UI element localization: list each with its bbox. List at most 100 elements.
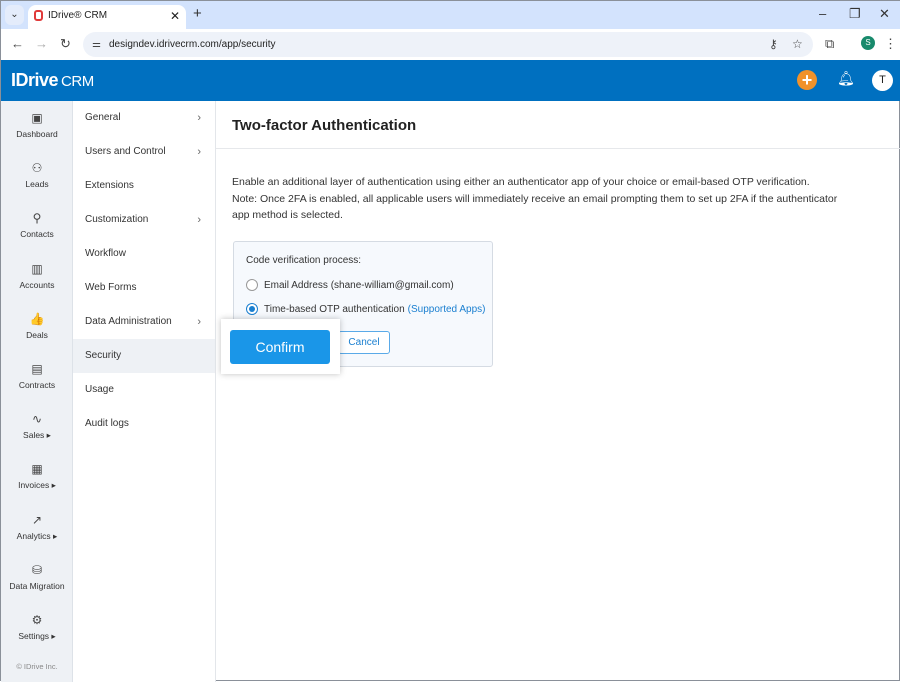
subnav-item-users-and-control[interactable]: Users and Control › [73,135,215,169]
sidebar-item-contacts[interactable]: ⚲ Contacts [1,211,73,239]
chevron-right-icon: › [197,305,201,339]
sidebar-item-label: Accounts [20,280,55,290]
sidebar-icon: 👍 [1,312,73,326]
description-line: Enable an additional layer of authentica… [232,174,852,191]
browser-tab-bar: ⌄ IDrive® CRM ✕ + – ❐ ✕ [1,1,900,29]
sidebar-item-label: Invoices ▸ [18,480,56,490]
sidebar-item-label: Leads [25,179,48,189]
browser-tab[interactable]: IDrive® CRM ✕ [28,5,186,29]
subnav-label: Usage [85,384,114,395]
minimize-button[interactable]: – [819,6,826,21]
bookmark-star-icon[interactable]: ☆ [792,32,803,57]
sidebar-icon: ▦ [1,462,73,476]
description: Enable an additional layer of authentica… [232,174,852,224]
profile-avatar[interactable]: S [861,36,875,50]
radio-totp-label: Time-based OTP authentication [264,304,405,315]
radio-circle-selected[interactable] [246,303,258,315]
sidebar-icon: ⚙ [1,613,73,627]
sidebar-item-label: Data Migration [9,581,64,591]
close-window-button[interactable]: ✕ [879,6,890,22]
radio-totp[interactable]: Time-based OTP authentication(Supported … [246,303,485,315]
subnav-item-usage[interactable]: Usage [73,373,215,407]
chevron-right-icon: › [197,135,201,169]
sidebar-item-analytics[interactable]: ↗ Analytics ▸ [1,513,73,542]
radio-email[interactable]: Email Address (shane-william@gmail.com) [246,279,454,291]
extensions-icon[interactable]: ⧉ [825,36,834,52]
site-settings-icon[interactable]: ⚌ [92,32,101,57]
sidebar-item-data-migration[interactable]: ⛁ Data Migration [1,563,73,591]
sidebar-icon: ⛁ [1,563,73,577]
tab-title: IDrive® CRM [48,10,107,21]
browser-menu-icon[interactable]: ⋮ [884,36,897,52]
subnav-item-web-forms[interactable]: Web Forms [73,271,215,305]
supported-apps-link[interactable]: (Supported Apps) [408,304,486,315]
sidebar-icon: ▣ [1,111,73,125]
url-text: designdev.idrivecrm.com/app/security [109,39,276,50]
radio-email-label: Email Address (shane-william@gmail.com) [264,280,454,291]
subnav-label: Audit logs [85,418,129,429]
new-tab-button[interactable]: + [193,5,202,22]
settings-subnav: General › Users and Control › Extensions Cust… [73,101,216,682]
subnav-label: Data Administration [85,316,172,327]
subnav-item-workflow[interactable]: Workflow [73,237,215,271]
subnav-label: Customization [85,214,148,225]
subnav-item-customization[interactable]: Customization› [73,203,215,237]
url-input[interactable]: ⚌ designdev.idrivecrm.com/app/security ⚷… [83,32,813,57]
sidebar-item-label: Dashboard [16,129,58,139]
confirm-button[interactable]: Confirm [230,330,330,364]
subnav-item-general[interactable]: General › [73,101,215,135]
user-avatar[interactable]: T [872,70,893,91]
sidebar-item-invoices[interactable]: ▦ Invoices ▸ [1,462,73,491]
tab-search-button[interactable]: ⌄ [5,5,24,25]
sidebar-item-label: Contracts [19,380,55,390]
subnav-item-data-administration[interactable]: Data Administration › [73,305,215,339]
subnav-label: Users and Control [85,146,166,157]
cancel-button[interactable]: Cancel [338,331,390,354]
sidebar-item-dashboard[interactable]: ▣ Dashboard [1,111,73,139]
sidebar-item-label: Contacts [20,229,54,239]
sidebar-item-contracts[interactable]: ▤ Contracts [1,362,73,390]
sidebar-item-settings[interactable]: ⚙ Settings ▸ [1,613,73,642]
sidebar-icon: ▤ [1,362,73,376]
main-content: Two-factor Authentication Enable an addi… [216,101,900,682]
close-tab-icon[interactable]: ✕ [170,5,180,27]
main-sidebar: ▣ Dashboard ⚇ Leads ⚲ Contacts ▥ Accounts 👍 Deals… [1,101,73,682]
copyright: © IDrive Inc. [1,662,73,671]
confirm-highlight: Confirm [221,319,340,374]
subnav-item-extensions[interactable]: Extensions [73,169,215,203]
back-button[interactable]: ← [11,36,24,51]
sidebar-item-label: Deals [26,330,48,340]
subnav-label: Extensions [85,180,134,191]
radio-circle[interactable] [246,279,258,291]
app-header: IDriveCRM + 🔔︎ T [1,60,900,101]
sidebar-item-label: Sales ▸ [23,430,51,440]
sidebar-item-sales[interactable]: ∿ Sales ▸ [1,412,73,441]
sidebar-icon: ⚲ [1,211,73,225]
restore-button[interactable]: ❐ [849,6,861,22]
sidebar-item-accounts[interactable]: ▥ Accounts [1,262,73,290]
sidebar-icon: ∿ [1,412,73,426]
divider [216,148,900,149]
sidebar-item-label: Settings ▸ [18,631,55,641]
address-bar-row: ← → ↻ ⚌ designdev.idrivecrm.com/app/secu… [1,29,900,60]
sidebar-icon: ⚇ [1,161,73,175]
password-key-icon[interactable]: ⚷ [769,32,778,57]
subnav-label: Web Forms [85,282,137,293]
sidebar-icon: ↗ [1,513,73,527]
sidebar-item-leads[interactable]: ⚇ Leads [1,161,73,189]
chevron-right-icon: › [197,101,201,135]
idrive-crm-logo[interactable]: IDriveCRM [11,70,94,91]
subnav-label: General [85,112,121,123]
sidebar-icon: ▥ [1,262,73,276]
subnav-label: Security [85,350,121,361]
reload-button[interactable]: ↻ [60,36,71,52]
page-title: Two-factor Authentication [232,117,416,134]
add-button[interactable]: + [797,70,817,90]
forward-button[interactable]: → [35,36,48,51]
notifications-bell-icon[interactable]: 🔔︎ [837,70,855,87]
sidebar-item-deals[interactable]: 👍 Deals [1,312,73,340]
subnav-item-security[interactable]: Security [73,339,215,373]
subnav-item-audit-logs[interactable]: Audit logs [73,407,215,441]
subnav-label: Workflow [85,248,126,259]
sidebar-item-label: Analytics ▸ [17,531,58,541]
